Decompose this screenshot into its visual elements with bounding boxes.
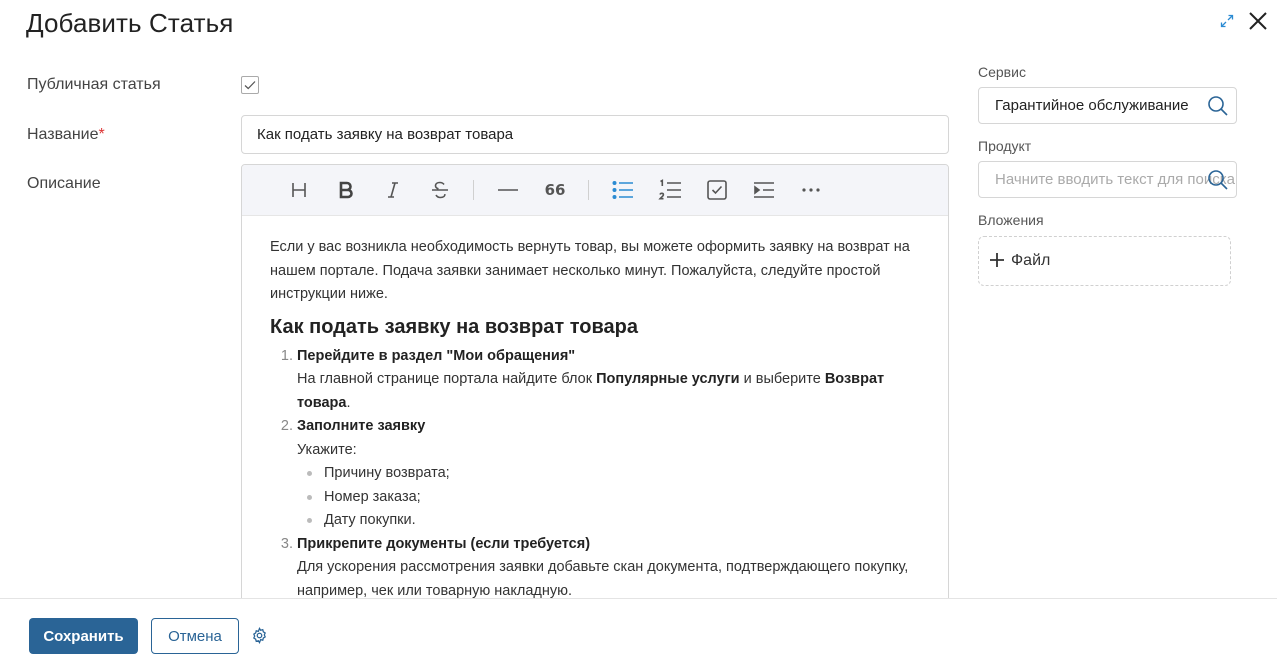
public-article-label: Публичная статья (27, 76, 161, 93)
product-label: Продукт (978, 138, 1032, 154)
file-button-label: Файл (1011, 252, 1051, 269)
close-icon[interactable] (1247, 10, 1269, 32)
step-title: Перейдите в раздел "Мои обращения" (297, 347, 576, 364)
article-intro: Если у вас возникла необходимость вернут… (270, 239, 910, 302)
bold-icon (339, 181, 353, 199)
expand-icon[interactable] (1219, 13, 1235, 29)
heading-icon (292, 183, 306, 197)
name-label: Название* (27, 126, 105, 144)
search-icon[interactable] (1207, 169, 1229, 197)
strikethrough-button[interactable] (423, 173, 457, 207)
quote-icon: 66 (544, 181, 566, 199)
list-item: Прикрепите документы (если требуется) Дл… (297, 533, 920, 604)
description-label: Описание (27, 175, 101, 192)
editor-content[interactable]: Если у вас возникла необходимость вернут… (242, 216, 948, 603)
list-item: Заполните заявку Укажите: Причину возвра… (297, 415, 920, 533)
attachments-label: Вложения (978, 212, 1044, 228)
list-item: Перейдите в раздел "Мои обращения" На гл… (297, 345, 920, 416)
list-item: Номер заказа; (307, 486, 920, 510)
name-input[interactable]: Как подать заявку на возврат товара (241, 115, 949, 154)
quote-button[interactable]: 66 (538, 173, 572, 207)
page-title: Добавить Статья (26, 8, 234, 38)
header-actions (1219, 10, 1269, 32)
gear-icon[interactable] (251, 626, 268, 649)
list-item: Причину возврата; (307, 462, 920, 486)
heading-button[interactable] (282, 173, 316, 207)
strikethrough-icon (432, 181, 448, 199)
toolbar-separator (588, 180, 589, 200)
plus-icon (989, 249, 1005, 273)
steps-list: Перейдите в раздел "Мои обращения" На гл… (297, 345, 920, 604)
product-placeholder: Начните вводить текст для поиска (995, 171, 1235, 188)
bullet-list: Причину возврата; Номер заказа; Дату пок… (307, 462, 920, 533)
name-label-text: Название (27, 126, 99, 143)
horizontal-rule-icon (498, 189, 518, 191)
save-button[interactable]: Сохранить (29, 618, 138, 654)
indent-icon (754, 182, 774, 198)
italic-icon (388, 182, 398, 198)
required-mark: * (98, 126, 105, 143)
checklist-button[interactable] (700, 173, 734, 207)
public-article-checkbox[interactable] (241, 76, 259, 94)
list-item: Дату покупки. (307, 509, 920, 533)
step-text: На главной странице портала найдите блок (297, 371, 597, 387)
article-heading: Как подать заявку на возврат товара (270, 315, 639, 338)
file-upload-button[interactable]: Файл (978, 236, 1231, 286)
bold-button[interactable] (329, 173, 363, 207)
step-text: . (346, 394, 351, 411)
step-bold: Популярные услуги (596, 371, 740, 387)
step-title: Заполните заявку (297, 418, 426, 434)
more-button[interactable] (794, 173, 828, 207)
horizontal-rule-button[interactable] (491, 173, 525, 207)
step-text: и выберите (739, 371, 825, 387)
checkbox-icon (707, 180, 727, 200)
checkmark-icon (244, 81, 256, 90)
service-label: Сервис (978, 64, 1026, 80)
step-title: Прикрепите документы (если требуется) (297, 535, 591, 552)
bullet-list-icon (612, 180, 633, 199)
footer-bar: Сохранить Отмена (0, 598, 1277, 664)
ordered-list-icon (658, 179, 681, 200)
search-icon[interactable] (1207, 95, 1229, 123)
service-value: Гарантийное обслуживание (995, 97, 1189, 114)
cancel-button[interactable]: Отмена (151, 618, 239, 654)
rich-text-editor: 66 Если у вас возникла необходимость вер… (241, 164, 949, 614)
indent-button[interactable] (747, 173, 781, 207)
product-input[interactable]: Начните вводить текст для поиска (978, 161, 1237, 198)
service-input[interactable]: Гарантийное обслуживание (978, 87, 1237, 124)
step-text: Укажите: (297, 441, 357, 458)
step-text: Для ускорения рассмотрения заявки добавь… (297, 559, 909, 599)
more-icon (802, 188, 820, 192)
italic-button[interactable] (376, 173, 410, 207)
toolbar-separator (473, 180, 474, 200)
ordered-list-button[interactable] (653, 173, 687, 207)
bullet-list-button[interactable] (606, 173, 640, 207)
editor-toolbar: 66 (242, 165, 948, 216)
